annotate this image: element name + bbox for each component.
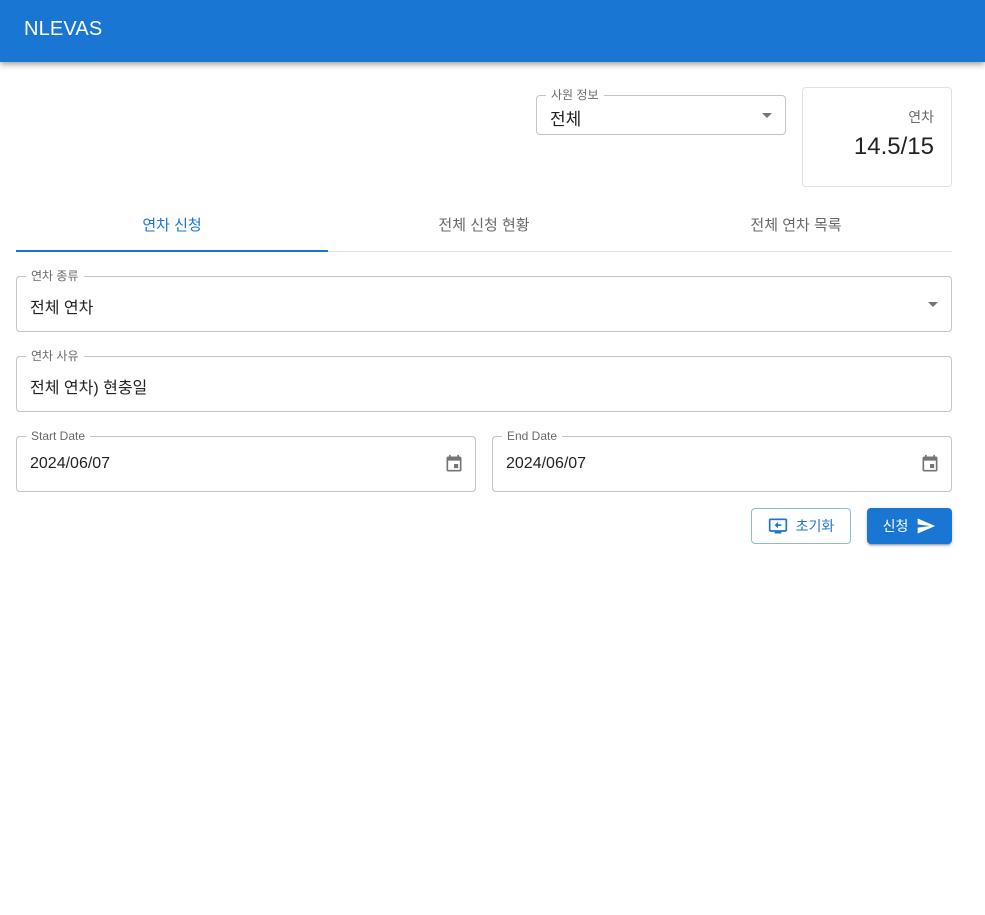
tab-all-leave-list[interactable]: 전체 연차 목록 — [640, 200, 952, 251]
app-title: NLEVAS — [24, 18, 103, 40]
end-date-field[interactable]: End Date 2024/06/07 — [492, 429, 952, 492]
leave-reason-label: 연차 사유 — [26, 349, 84, 363]
dropdown-arrow-icon — [762, 113, 772, 118]
tab-all-requests-status[interactable]: 전체 신청 현황 — [328, 200, 640, 251]
leave-reason-value: 전체 연차) 현충일 — [30, 380, 148, 397]
reset-button-label: 초기화 — [795, 518, 835, 534]
calendar-icon[interactable] — [920, 454, 940, 474]
start-date-label: Start Date — [26, 429, 91, 443]
submit-button[interactable]: 신청 — [867, 508, 952, 544]
start-date-value: 2024/06/07 — [30, 455, 111, 472]
tab-indicator — [16, 250, 328, 252]
submit-button-label: 신청 — [882, 518, 909, 534]
tab-leave-request[interactable]: 연차 신청 — [16, 200, 328, 251]
start-date-field[interactable]: Start Date 2024/06/07 — [16, 429, 476, 492]
calendar-icon[interactable] — [444, 454, 464, 474]
employee-select-label: 사원 정보 — [546, 88, 604, 102]
reset-button[interactable]: 초기화 — [751, 508, 851, 544]
leave-reason-field[interactable]: 연차 사유 전체 연차) 현충일 — [16, 349, 952, 412]
leave-type-value: 전체 연차 — [30, 300, 94, 317]
leave-type-label: 연차 종류 — [26, 269, 84, 283]
send-icon — [916, 516, 936, 536]
tab-bar: 연차 신청 전체 신청 현황 전체 연차 목록 — [16, 200, 952, 252]
employee-select-value: 전체 — [550, 110, 582, 129]
leave-balance-card: 연차 14.5/15 — [802, 87, 952, 187]
dropdown-arrow-icon — [928, 302, 938, 307]
leave-type-select[interactable]: 연차 종류 전체 연차 — [16, 269, 952, 332]
app-bar: NLEVAS — [0, 0, 985, 62]
employee-select[interactable]: 사원 정보 전체 — [536, 88, 786, 135]
end-date-value: 2024/06/07 — [506, 455, 587, 472]
leave-balance-value: 14.5/15 — [853, 133, 934, 160]
reset-icon — [768, 516, 788, 536]
end-date-label: End Date — [502, 429, 563, 443]
leave-balance-label: 연차 — [908, 109, 934, 125]
